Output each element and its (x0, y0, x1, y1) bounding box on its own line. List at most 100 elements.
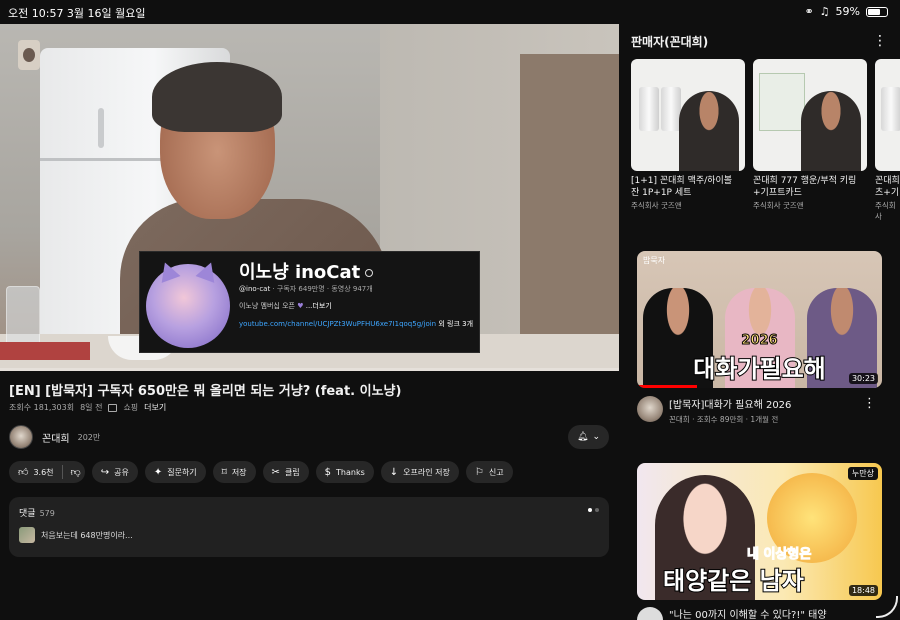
thumbnail-caption: 대화가필요해 (692, 354, 826, 384)
thumbs-down-icon[interactable]: 👎︎ (71, 466, 81, 478)
battery-icon (866, 6, 888, 17)
more-options-icon[interactable]: ⋮ (863, 396, 876, 411)
flag-icon: ⚐ (474, 466, 484, 478)
card-join-link[interactable]: youtube.com/channel/UCJPZt3WuPFHU6xe7I1q… (239, 320, 436, 328)
bookmark-icon: ⌑ (221, 466, 227, 478)
watched-progress (637, 385, 697, 388)
channel-name[interactable]: 꼰대희 (42, 430, 70, 445)
comment-page-dots (588, 508, 599, 512)
recommended-meta: 꼰대희 · 조회수 89만회 · 1개월 전 (669, 415, 779, 424)
like-count[interactable]: 3.6천 (33, 467, 53, 478)
sparkle-icon: ✦ (153, 466, 163, 478)
card-handle: @ino-cat (239, 285, 271, 293)
commenter-avatar (19, 527, 35, 543)
channel-row: 꼰대희 202만 🔔︎ ⌄ (9, 425, 609, 449)
bell-icon: 🔔︎ (577, 432, 589, 442)
channel-avatar[interactable] (637, 396, 663, 422)
product-name: [1+1] 꼰대희 맥주/하이볼 잔 1P+1P 세트 (631, 176, 733, 198)
report-button[interactable]: ⚐ 신고 (465, 461, 513, 483)
shopping-bag-icon (108, 403, 118, 412)
product-card[interactable]: 꼰대희 777 행운/부적 키링 +기프트카드 주식회사 굿즈앤 (753, 59, 867, 211)
product-seller: 주식회사 (875, 201, 896, 221)
thumbnail-tag: 밥묵자 (643, 256, 666, 265)
product-seller: 주식회사 굿즈앤 (753, 201, 804, 210)
card-more-link[interactable]: ...더보기 (306, 302, 332, 310)
comments-preview[interactable]: 댓글 579 처음보는데 648만명이라... (9, 497, 609, 557)
link-icon: ⚭ (804, 5, 814, 18)
comments-count: 579 (39, 509, 55, 518)
recommended-title-row[interactable]: "나는 00까지 이해할 수 있다?!" 태양 (637, 606, 827, 620)
video-duration: 18:48 (848, 585, 878, 596)
notification-bell-button[interactable]: 🔔︎ ⌄ (568, 425, 609, 449)
battery-percent: 59% (835, 5, 860, 18)
description-more[interactable]: 더보기 (144, 402, 166, 413)
inocat-avatar[interactable] (146, 264, 230, 348)
video-progress-bar[interactable] (0, 368, 619, 371)
recommended-video[interactable]: 누만상 내 이상형은 태양같은 남자 18:48 (637, 463, 882, 600)
channel-card-overlay[interactable]: 이노냥 inoCat @ino-cat · 구독자 649만명 · 동영상 94… (139, 251, 480, 353)
video-duration: 30:23 (848, 373, 878, 384)
seller-panel-title: 판매자(꼰대희) (631, 35, 709, 49)
video-title: [EN] [밥묵자] 구독자 650만은 뭐 올리면 되는 거냥? (feat.… (9, 384, 402, 399)
card-extra-links[interactable]: 외 링크 3개 (438, 320, 473, 328)
status-bar: 오전 10:57 3월 16일 월요일 ⚭ ♫ 59% (0, 0, 900, 24)
clip-label: 클립 (284, 467, 300, 477)
video-meta: 조회수 181,303회 8일 전 쇼핑 더보기 (9, 402, 166, 413)
product-name: 꼰대희 츠+기 (875, 176, 900, 198)
video-thumbnail[interactable]: 2026 대화가필요해 밥묵자 30:23 (637, 251, 882, 388)
action-bar: 👍︎ 3.6천 👎︎ ↪ 공유 ✦ 질문하기 ⌑ 저장 ✂ 클립 $ Thanks ↓ 오프… (9, 461, 513, 483)
clip-button[interactable]: ✂ 클립 (262, 461, 309, 483)
verified-icon (365, 269, 374, 277)
product-thumbnail (631, 59, 745, 171)
thumbs-up-icon[interactable]: 👍︎ (18, 466, 28, 478)
more-options-icon[interactable]: ⋮ (873, 33, 887, 49)
download-icon: ↓ (389, 466, 399, 478)
subscriber-count: 202만 (77, 432, 101, 442)
product-name: 꼰대희 777 행운/부적 키링 +기프트카드 (753, 176, 857, 198)
upload-age: 8일 전 (80, 403, 103, 412)
like-dislike-group: 👍︎ 3.6천 👎︎ (9, 461, 85, 483)
channel-watermark-icon (18, 40, 40, 70)
comment-item: 처음보는데 648만명이라... (19, 527, 133, 543)
card-channel-name: 이노냥 inoCat (239, 262, 361, 283)
report-label: 신고 (488, 467, 504, 477)
thanks-label: Thanks (336, 467, 365, 477)
save-label: 저장 (231, 467, 247, 477)
screen-corner (876, 596, 898, 618)
share-label: 공유 (114, 467, 129, 477)
thumbnail-caption: 태양같은 남자 (662, 566, 805, 596)
thanks-icon: $ (324, 466, 332, 478)
thumbnail-caption-top: 2026 (741, 333, 778, 349)
video-thumbnail[interactable]: 누만상 내 이상형은 태양같은 남자 18:48 (637, 463, 882, 600)
comment-text: 처음보는데 648만명이라... (41, 530, 133, 540)
offline-save-button[interactable]: ↓ 오프라인 저장 (380, 461, 459, 483)
channel-avatar[interactable] (9, 425, 33, 449)
product-thumbnail (753, 59, 867, 171)
headphones-icon: ♫ (819, 5, 830, 18)
card-stats: · 구독자 649만명 · 동영상 947개 (272, 285, 373, 293)
thanks-button[interactable]: $ Thanks (315, 461, 374, 483)
offline-label: 오프라인 저장 (403, 467, 450, 477)
save-button[interactable]: ⌑ 저장 (212, 461, 256, 483)
product-thumbnail (875, 59, 900, 171)
heart-icon: ♥ (297, 302, 304, 310)
view-count: 조회수 181,303회 (9, 403, 75, 412)
shopping-label[interactable]: 쇼핑 (123, 402, 138, 413)
product-card[interactable]: [1+1] 꼰대희 맥주/하이볼 잔 1P+1P 세트 주식회사 굿즈앤 (631, 59, 745, 211)
recommended-title: "나는 00까지 이해할 수 있다?!" 태양 (669, 610, 827, 620)
ask-label: 질문하기 (167, 467, 197, 477)
scissors-icon: ✂ (271, 466, 280, 478)
share-button[interactable]: ↪ 공유 (91, 461, 138, 483)
recommended-video[interactable]: 2026 대화가필요해 밥묵자 30:23 [밥묵자]대화가 필요해 2026 … (637, 251, 882, 430)
product-card[interactable]: 꼰대희 츠+기 주식회사 (875, 59, 900, 222)
channel-avatar[interactable] (637, 606, 663, 620)
thumbnail-tag: 누만상 (847, 467, 878, 480)
recommended-title: [밥묵자]대화가 필요해 2026 (669, 400, 792, 411)
card-membership: 이노냥 멤버십 오픈 (239, 302, 295, 310)
comments-label: 댓글 (19, 509, 36, 519)
chevron-down-icon: ⌄ (592, 432, 600, 442)
thumbnail-caption-top: 내 이상형은 (746, 547, 812, 563)
status-time-date: 오전 10:57 3월 16일 월요일 (8, 7, 146, 20)
ask-button[interactable]: ✦ 질문하기 (144, 461, 206, 483)
product-seller: 주식회사 굿즈앤 (631, 201, 682, 210)
